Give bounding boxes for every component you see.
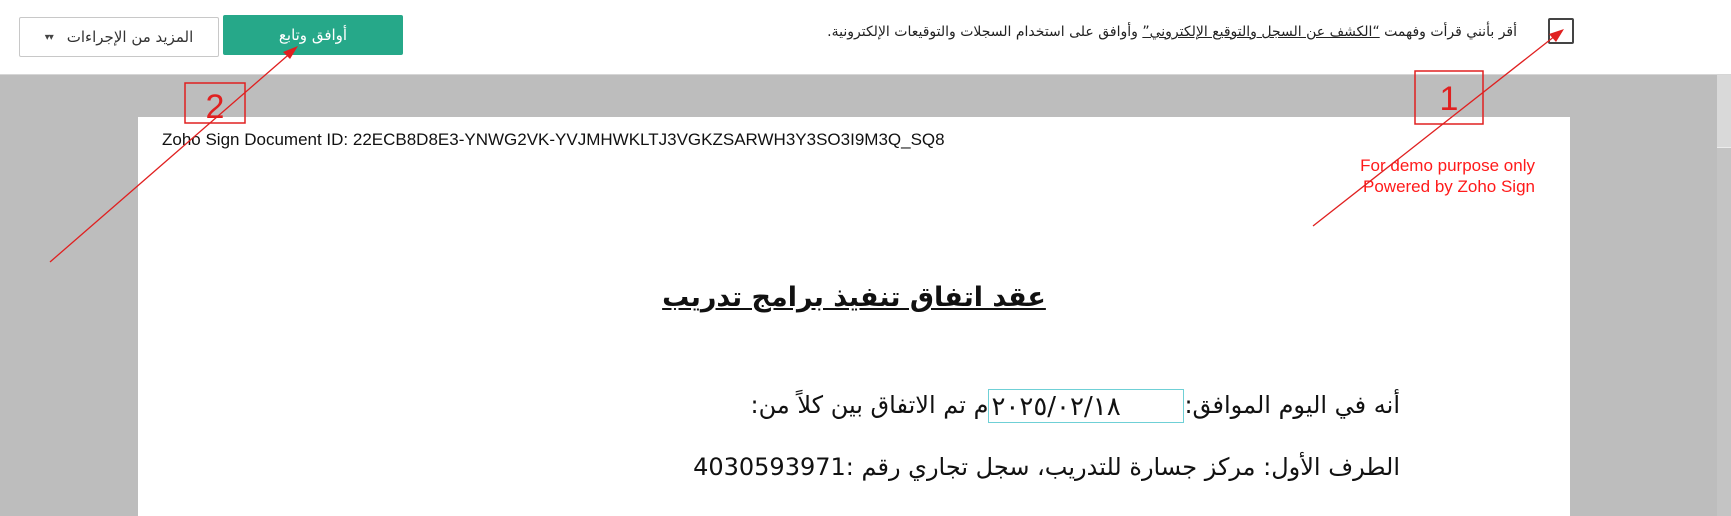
document-id: Zoho Sign Document ID: 22ECB8D8E3-YNWG2V… xyxy=(162,130,945,149)
action-bar: المزيد من الإجراءات ▾▾ أوافق وتابع أقر ب… xyxy=(0,0,1731,75)
electronic-record-disclosure-link[interactable]: “الكشف عن السجل والتوقيع الإلكتروني” xyxy=(1142,24,1379,40)
consent-statement: أقر بأنني قرأت وفهمت “الكشف عن السجل وال… xyxy=(827,24,1517,40)
demo-watermark: For demo purpose only Powered by Zoho Si… xyxy=(1360,155,1535,197)
scrollbar-thumb[interactable] xyxy=(1717,75,1731,148)
watermark-line-1: For demo purpose only xyxy=(1360,156,1535,175)
date-line-after: م تم الاتفاق بين كلاً من: xyxy=(750,391,989,419)
more-actions-button[interactable]: المزيد من الإجراءات ▾▾ xyxy=(19,17,219,57)
chevron-down-icon: ▾▾ xyxy=(44,31,54,43)
consent-checkbox[interactable] xyxy=(1548,18,1574,44)
consent-prefix: أقر بأنني قرأت وفهمت xyxy=(1379,24,1517,40)
document-title: عقد اتفاق تنفيذ برامج تدريب xyxy=(662,282,1046,313)
date-field[interactable]: ٢٠٢٥/٠٢/١٨ xyxy=(988,389,1185,423)
consent-suffix: وأوافق على استخدام السجلات والتوقيعات ال… xyxy=(827,24,1143,40)
first-party-line: الطرف الأول: مركز جسارة للتدريب، سجل تجا… xyxy=(693,453,1400,481)
date-line-before: أنه في اليوم الموافق: xyxy=(1184,391,1400,419)
document-page: Zoho Sign Document ID: 22ECB8D8E3-YNWG2V… xyxy=(138,117,1570,516)
more-actions-label: المزيد من الإجراءات xyxy=(66,28,194,46)
watermark-line-2: Powered by Zoho Sign xyxy=(1363,177,1535,196)
agree-and-continue-button[interactable]: أوافق وتابع xyxy=(223,15,403,55)
agreement-date-line: أنه في اليوم الموافق:٢٠٢٥/٠٢/١٨م تم الات… xyxy=(751,389,1400,423)
vertical-scrollbar[interactable] xyxy=(1717,75,1731,516)
agree-button-label: أوافق وتابع xyxy=(278,26,348,44)
